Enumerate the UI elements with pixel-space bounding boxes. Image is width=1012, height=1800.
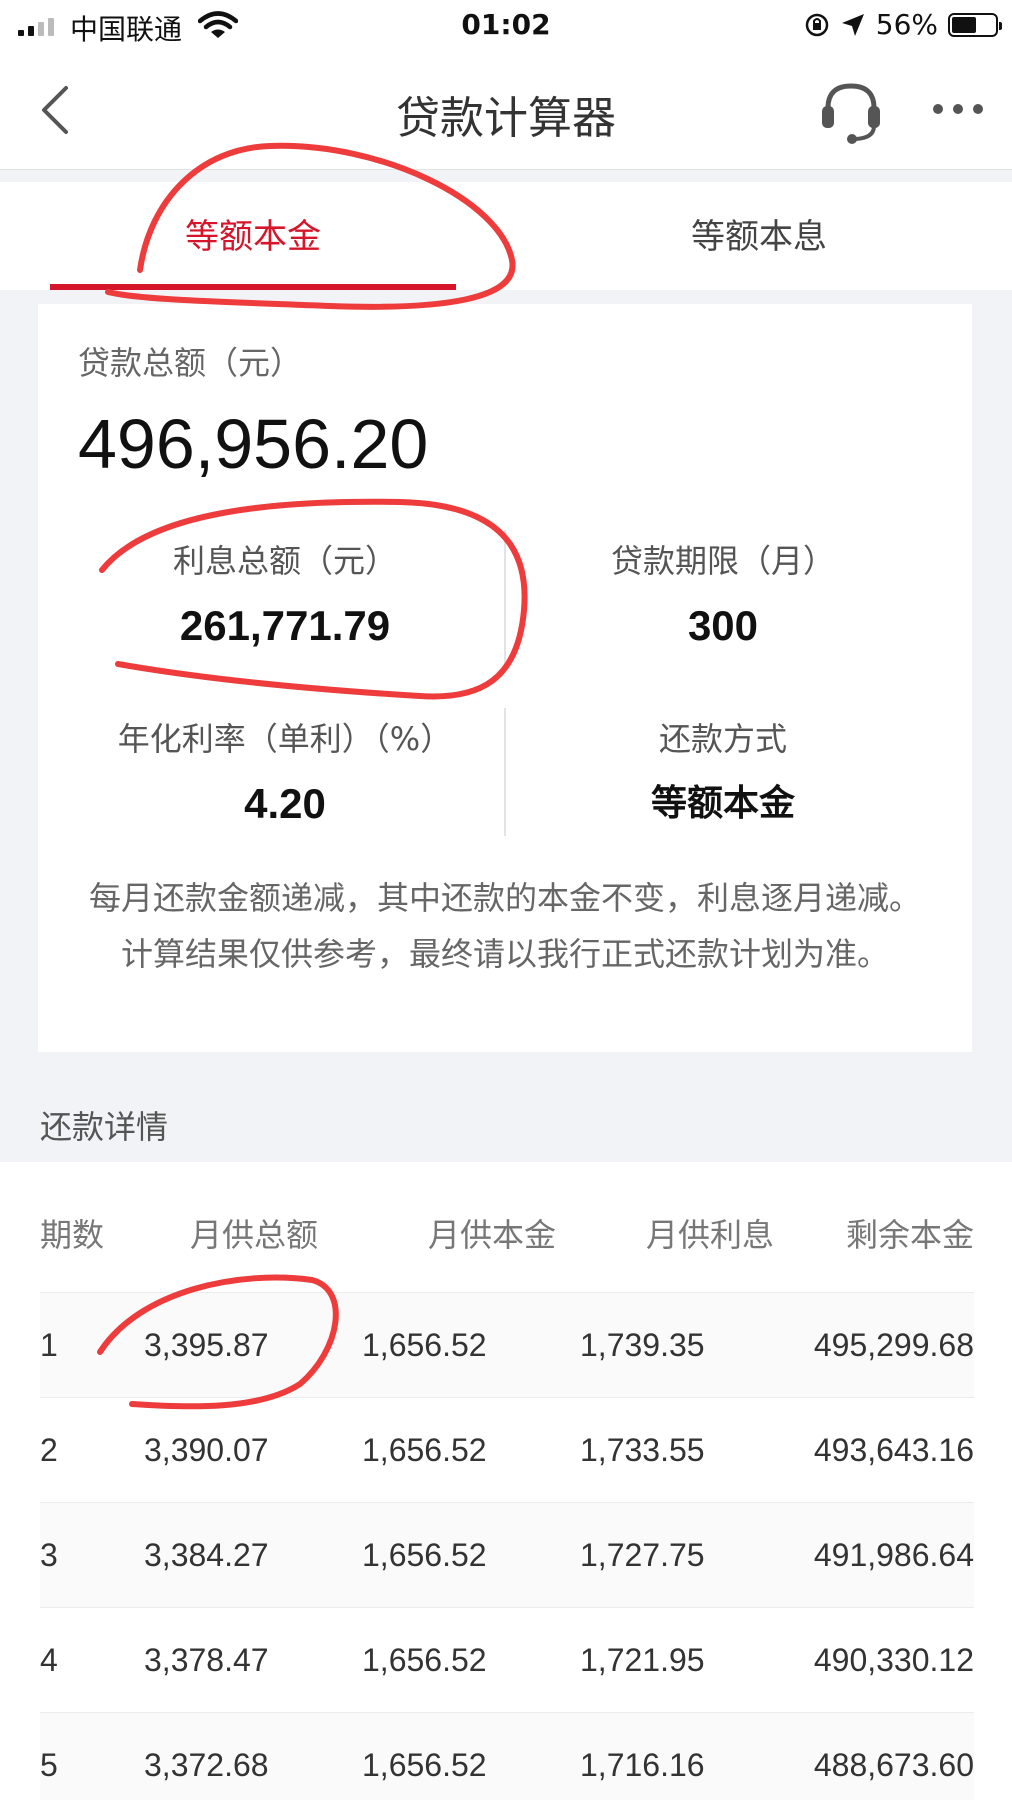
loan-total-value: 496,956.20	[78, 405, 429, 483]
cell-period: 5	[40, 1746, 58, 1783]
column-header-remaining-principal: 剩余本金	[845, 1216, 974, 1254]
cell-period: 2	[40, 1431, 58, 1468]
cell-monthly-principal: 1,656.52	[362, 1746, 487, 1783]
column-header-period: 期数	[40, 1216, 105, 1254]
cell-monthly-interest: 1,733.55	[580, 1431, 705, 1468]
interest-total-cell: 利息总额（元） 261,771.79	[68, 536, 502, 650]
cell-period: 1	[40, 1326, 58, 1363]
cell-monthly-total: 3,395.87	[144, 1326, 269, 1363]
cell-monthly-interest: 1,716.16	[580, 1746, 705, 1783]
cell-monthly-principal: 1,656.52	[362, 1431, 487, 1468]
interest-total-label: 利息总额（元）	[172, 542, 397, 580]
table-row: 4 3,378.47 1,656.52 1,721.95 490,330.12	[40, 1607, 974, 1712]
table-header: 期数 月供总额 月供本金 月供利息 剩余本金	[40, 1210, 974, 1266]
cell-monthly-total: 3,378.47	[144, 1641, 269, 1678]
column-header-monthly-principal: 月供本金	[428, 1216, 557, 1254]
cell-monthly-interest: 1,739.35	[580, 1326, 705, 1363]
battery-percent: 56%	[875, 8, 938, 41]
battery-icon	[948, 12, 1002, 37]
back-button[interactable]	[32, 82, 80, 138]
cell-remaining-principal: 490,330.12	[813, 1641, 974, 1678]
rate-label: 年化利率（单利）（%）	[117, 720, 453, 758]
status-right-group: 56%	[804, 8, 1002, 41]
tab-bar: 等额本金 等额本息	[0, 182, 1012, 290]
location-arrow-icon	[841, 13, 864, 36]
tab-equal-principal[interactable]: 等额本金	[0, 182, 506, 290]
rate-value: 4.20	[244, 780, 326, 827]
cell-monthly-total: 3,384.27	[144, 1536, 269, 1573]
method-label: 还款方式	[658, 720, 787, 758]
interest-total-value: 261,771.79	[179, 602, 391, 649]
status-bar: 中国联通 01:02 56%	[0, 0, 1012, 52]
cell-remaining-principal: 488,673.60	[813, 1746, 974, 1783]
battery-fill	[952, 16, 976, 33]
term-value: 300	[687, 602, 759, 649]
more-dots-icon[interactable]	[928, 92, 988, 126]
cell-monthly-total: 3,372.68	[144, 1746, 269, 1783]
cell-monthly-interest: 1,721.95	[580, 1641, 705, 1678]
term-label: 贷款期限（月）	[610, 542, 835, 580]
cell-period: 4	[40, 1641, 58, 1678]
cell-remaining-principal: 491,986.64	[813, 1536, 974, 1573]
rate-cell: 年化利率（单利）（%） 4.20	[68, 714, 502, 828]
table-row: 5 3,372.68 1,656.52 1,716.16 488,673.60	[40, 1712, 974, 1800]
active-tab-indicator	[50, 284, 456, 290]
cell-period: 3	[40, 1536, 58, 1573]
headset-icon[interactable]	[818, 76, 884, 146]
cell-monthly-interest: 1,727.75	[580, 1536, 705, 1573]
column-header-monthly-interest: 月供利息	[646, 1216, 775, 1254]
table-row: 1 3,395.87 1,656.52 1,739.35 495,299.68	[40, 1292, 974, 1397]
cell-monthly-principal: 1,656.52	[362, 1536, 487, 1573]
cell-monthly-total: 3,390.07	[144, 1431, 269, 1468]
repayment-table: 期数 月供总额 月供本金 月供利息 剩余本金 1 3,395.87 1,656.…	[0, 1162, 1012, 1800]
table-row: 3 3,384.27 1,656.52 1,727.75 491,986.64	[40, 1502, 974, 1607]
table-body: 1 3,395.87 1,656.52 1,739.35 495,299.68 …	[40, 1292, 974, 1800]
cell-remaining-principal: 495,299.68	[813, 1326, 974, 1363]
summary-card: 贷款总额（元） 496,956.20 利息总额（元） 261,771.79 贷款…	[38, 304, 972, 1052]
cell-remaining-principal: 493,643.16	[813, 1431, 974, 1468]
method-cell: 还款方式 等额本金	[506, 714, 940, 826]
tab-equal-installment[interactable]: 等额本息	[506, 182, 1012, 290]
cell-monthly-principal: 1,656.52	[362, 1641, 487, 1678]
calculation-note: 每月还款金额递减，其中还款的本金不变，利息逐月递减。计算结果仅供参考，最终请以我…	[88, 879, 921, 973]
orientation-lock-icon	[805, 13, 829, 36]
method-value: 等额本金	[650, 783, 795, 824]
column-header-monthly-total: 月供总额	[190, 1216, 319, 1254]
nav-bar: 贷款计算器	[0, 52, 1012, 170]
term-cell: 贷款期限（月） 300	[506, 536, 940, 650]
loan-total-label: 贷款总额（元）	[78, 344, 303, 382]
table-row: 2 3,390.07 1,656.52 1,733.55 493,643.16	[40, 1397, 974, 1502]
cell-monthly-principal: 1,656.52	[362, 1326, 487, 1363]
section-title: 还款详情	[40, 1108, 169, 1146]
